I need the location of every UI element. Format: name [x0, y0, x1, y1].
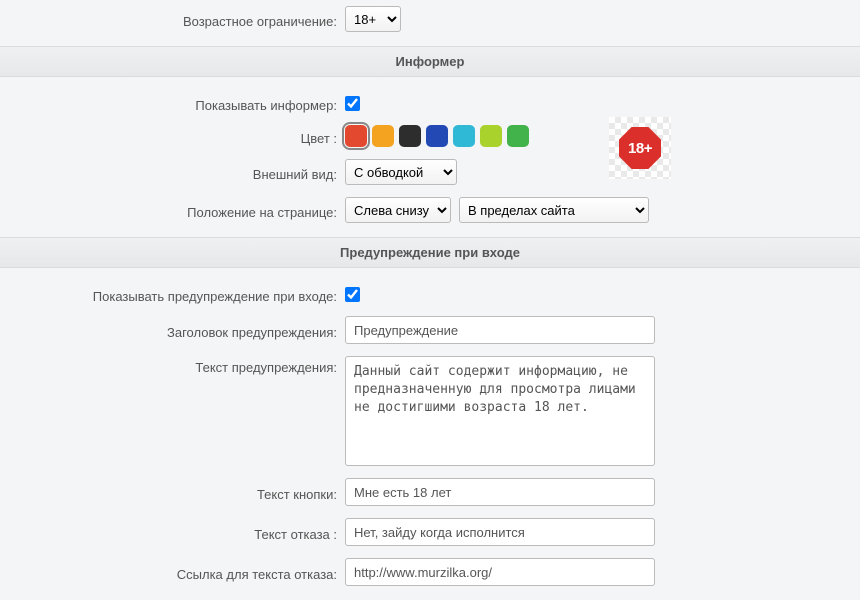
warning-text-textarea[interactable]: Данный сайт содержит информацию, не пред…	[345, 356, 655, 466]
position-label: Положение на странице:	[0, 201, 345, 220]
color-label: Цвет :	[0, 127, 345, 146]
warning-title-label: Заголовок предупреждения:	[0, 321, 345, 340]
age-restriction-select[interactable]: 18+	[345, 6, 401, 32]
show-warning-checkbox[interactable]	[345, 287, 360, 302]
section-header-warning: Предупреждение при входе	[0, 237, 860, 268]
age-restriction-label: Возрастное ограничение:	[0, 10, 345, 29]
reject-link-input[interactable]	[345, 558, 655, 586]
color-swatch-red[interactable]	[345, 125, 367, 147]
color-swatch-blue[interactable]	[426, 125, 448, 147]
color-swatch-cyan[interactable]	[453, 125, 475, 147]
show-warning-label: Показывать предупреждение при входе:	[0, 285, 345, 304]
color-swatches	[345, 125, 529, 147]
reject-text-label: Текст отказа :	[0, 523, 345, 542]
color-swatch-black[interactable]	[399, 125, 421, 147]
appearance-select[interactable]: С обводкой	[345, 159, 457, 185]
show-informer-label: Показывать информер:	[0, 94, 345, 113]
color-swatch-lime[interactable]	[480, 125, 502, 147]
color-swatch-orange[interactable]	[372, 125, 394, 147]
reject-text-input[interactable]	[345, 518, 655, 546]
position-scope-select[interactable]: В пределах сайта	[459, 197, 649, 223]
reject-link-label: Ссылка для текста отказа:	[0, 563, 345, 582]
appearance-label: Внешний вид:	[0, 163, 345, 182]
button-text-label: Текст кнопки:	[0, 483, 345, 502]
section-header-informer: Информер	[0, 46, 860, 77]
position-select[interactable]: Слева снизу	[345, 197, 451, 223]
color-swatch-green[interactable]	[507, 125, 529, 147]
warning-text-label: Текст предупреждения:	[0, 356, 345, 375]
button-text-input[interactable]	[345, 478, 655, 506]
show-informer-checkbox[interactable]	[345, 96, 360, 111]
warning-title-input[interactable]	[345, 316, 655, 344]
